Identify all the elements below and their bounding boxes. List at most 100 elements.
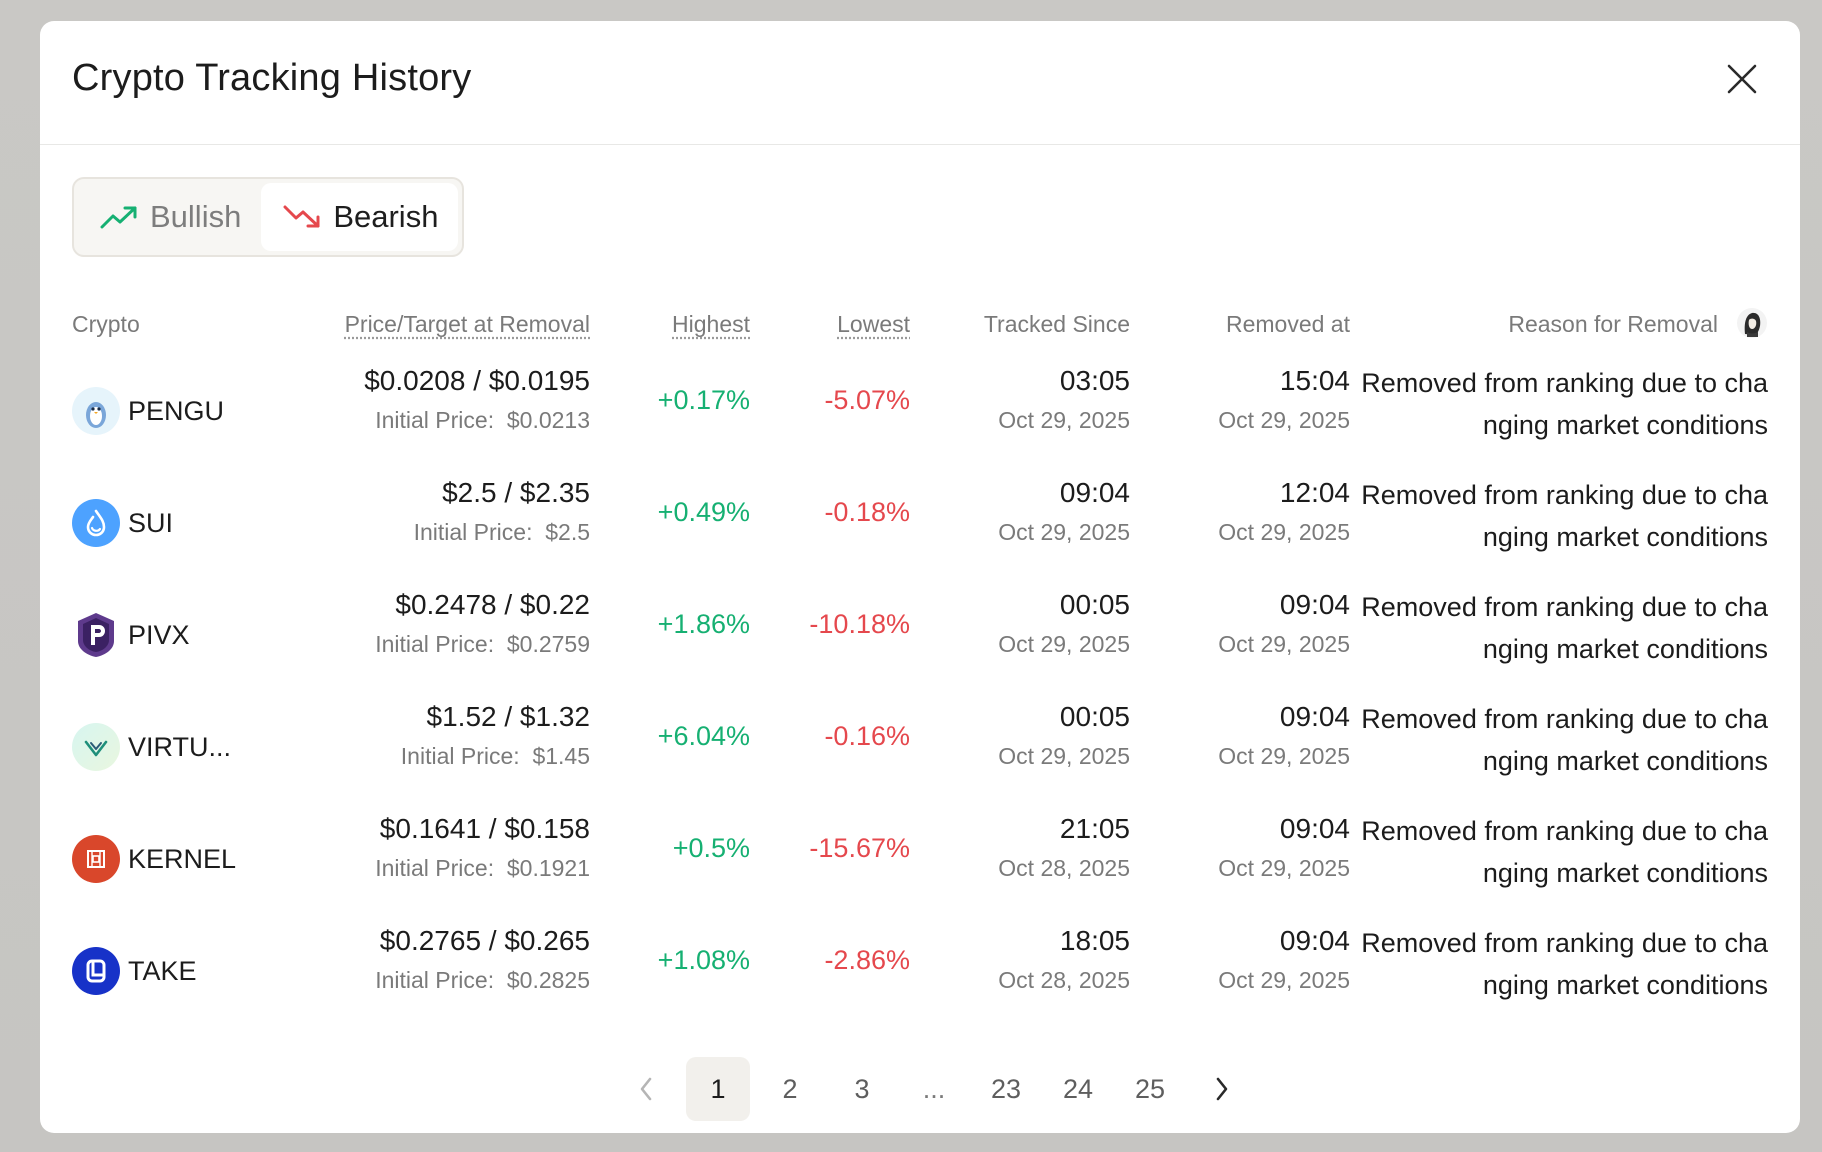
- highest-change: +0.17%: [657, 385, 750, 415]
- table-body: PENGU $0.0208 / $0.0195 Initial Price: $…: [72, 365, 1768, 1037]
- page-button-1[interactable]: 1: [686, 1057, 750, 1121]
- trending-down-icon: [283, 205, 320, 228]
- coin-cell: KERNEL: [72, 835, 236, 883]
- lowest-change: -0.16%: [824, 721, 910, 751]
- coin-cell: VIRTU...: [72, 723, 231, 771]
- page-button-3[interactable]: 3: [830, 1057, 894, 1121]
- price-target: $1.52 / $1.32: [426, 701, 590, 732]
- removed-date: Oct 29, 2025: [1218, 743, 1350, 769]
- table-row[interactable]: TAKE $0.2765 / $0.265 Initial Price: $0.…: [72, 925, 1768, 1037]
- initial-price-value: $0.1921: [506, 855, 590, 881]
- page-button-24[interactable]: 24: [1046, 1057, 1110, 1121]
- page-ellipsis: ...: [922, 1073, 946, 1104]
- tracked-time: 00:05: [1059, 701, 1130, 732]
- initial-price-label: Initial Price:: [375, 967, 495, 993]
- price-target: $0.0208 / $0.0195: [364, 365, 590, 396]
- trend-toggle: Bullish Bearish: [72, 177, 464, 257]
- price-target: $0.2478 / $0.22: [395, 589, 590, 620]
- bearish-tab[interactable]: Bearish: [261, 183, 459, 251]
- header-lowest[interactable]: Lowest: [837, 311, 910, 338]
- tracked-date: Oct 28, 2025: [998, 967, 1130, 993]
- initial-price-value: $0.2759: [506, 631, 590, 657]
- removal-reason: Removed from ranking due to changing mar…: [1361, 704, 1768, 776]
- removed-date: Oct 29, 2025: [1218, 631, 1350, 657]
- highest-change: +0.5%: [672, 833, 750, 863]
- chevron-right-icon: [1216, 1077, 1228, 1101]
- coin-symbol: PIVX: [128, 619, 190, 650]
- highest-change: +6.04%: [657, 721, 750, 751]
- kernel-logo-icon: [72, 835, 120, 883]
- initial-price: Initial Price: $2.5: [414, 519, 590, 546]
- removal-reason: Removed from ranking due to changing mar…: [1361, 368, 1768, 440]
- price-target: $0.2765 / $0.265: [379, 925, 590, 956]
- highest-change: +0.49%: [657, 497, 750, 527]
- sui-logo-icon: [72, 499, 120, 547]
- initial-price: Initial Price: $0.2825: [375, 967, 590, 994]
- initial-price-value: $0.0213: [506, 407, 590, 433]
- tracked-date: Oct 28, 2025: [998, 855, 1130, 881]
- close-button[interactable]: [1720, 57, 1764, 101]
- virtual-logo-icon: [72, 723, 120, 771]
- removed-time: 12:04: [1279, 477, 1350, 508]
- table-row[interactable]: PIVX $0.2478 / $0.22 Initial Price: $0.2…: [72, 589, 1768, 701]
- tracking-history-modal: Crypto Tracking History Bullish Bearish …: [40, 21, 1800, 1133]
- removal-reason: Removed from ranking due to changing mar…: [1361, 480, 1768, 552]
- removed-date: Oct 29, 2025: [1218, 855, 1350, 881]
- initial-price: Initial Price: $0.1921: [375, 855, 590, 882]
- price-target: $0.1641 / $0.158: [379, 813, 590, 844]
- removed-time: 09:04: [1279, 925, 1350, 956]
- table-row[interactable]: VIRTU... $1.52 / $1.32 Initial Price: $1…: [72, 701, 1768, 813]
- page-button-23[interactable]: 23: [974, 1057, 1038, 1121]
- initial-price-label: Initial Price:: [375, 631, 495, 657]
- bullish-tab[interactable]: Bullish: [78, 183, 261, 251]
- table-row[interactable]: KERNEL $0.1641 / $0.158 Initial Price: $…: [72, 813, 1768, 925]
- ai-avatar-icon: [1737, 308, 1767, 338]
- header-price-target[interactable]: Price/Target at Removal: [345, 311, 590, 338]
- removed-date: Oct 29, 2025: [1218, 407, 1350, 433]
- removed-time: 09:04: [1279, 813, 1350, 844]
- pagination: 1 2 3 ... 23 24 25: [40, 1057, 1800, 1121]
- initial-price-value: $2.5: [545, 519, 590, 545]
- lowest-change: -5.07%: [824, 385, 910, 415]
- removed-date: Oct 29, 2025: [1218, 967, 1350, 993]
- coin-symbol: KERNEL: [128, 843, 237, 874]
- tracked-time: 09:04: [1059, 477, 1130, 508]
- trending-up-icon: [100, 206, 137, 229]
- coin-symbol: PENGU: [128, 395, 225, 426]
- initial-price: Initial Price: $0.2759: [375, 631, 590, 658]
- tracked-time: 18:05: [1059, 925, 1130, 956]
- removed-time: 09:04: [1279, 589, 1350, 620]
- table-row[interactable]: SUI $2.5 / $2.35 Initial Price: $2.5 +0.…: [72, 477, 1768, 589]
- initial-price-label: Initial Price:: [375, 855, 495, 881]
- removed-time: 09:04: [1279, 701, 1350, 732]
- tracked-time: 03:05: [1059, 365, 1130, 396]
- initial-price-label: Initial Price:: [413, 519, 533, 545]
- coin-symbol: SUI: [128, 507, 174, 538]
- removal-reason: Removed from ranking due to changing mar…: [1361, 592, 1768, 664]
- coin-symbol: VIRTU...: [128, 731, 232, 762]
- coin-cell: PENGU: [72, 387, 224, 435]
- chevron-left-icon: [640, 1077, 652, 1101]
- tracked-time: 21:05: [1059, 813, 1130, 844]
- bullish-label: Bullish: [150, 199, 242, 234]
- tracked-date: Oct 29, 2025: [998, 519, 1130, 545]
- page-button-25[interactable]: 25: [1118, 1057, 1182, 1121]
- table-row[interactable]: PENGU $0.0208 / $0.0195 Initial Price: $…: [72, 365, 1768, 477]
- header-highest[interactable]: Highest: [672, 311, 750, 338]
- initial-price: Initial Price: $0.0213: [375, 407, 590, 434]
- modal-title: Crypto Tracking History: [72, 57, 472, 99]
- next-page-button[interactable]: [1190, 1057, 1254, 1121]
- page-button-2[interactable]: 2: [758, 1057, 822, 1121]
- removed-date: Oct 29, 2025: [1218, 519, 1350, 545]
- removal-reason: Removed from ranking due to changing mar…: [1361, 928, 1768, 1000]
- highest-change: +1.08%: [657, 945, 750, 975]
- coin-symbol: TAKE: [128, 955, 197, 986]
- tracked-date: Oct 29, 2025: [998, 743, 1130, 769]
- pivx-logo-icon: [72, 611, 120, 659]
- tracked-time: 00:05: [1059, 589, 1130, 620]
- lowest-change: -10.18%: [809, 609, 910, 639]
- lowest-change: -15.67%: [809, 833, 910, 863]
- tracked-date: Oct 29, 2025: [998, 407, 1130, 433]
- prev-page-button[interactable]: [614, 1057, 678, 1121]
- initial-price-label: Initial Price:: [375, 407, 495, 433]
